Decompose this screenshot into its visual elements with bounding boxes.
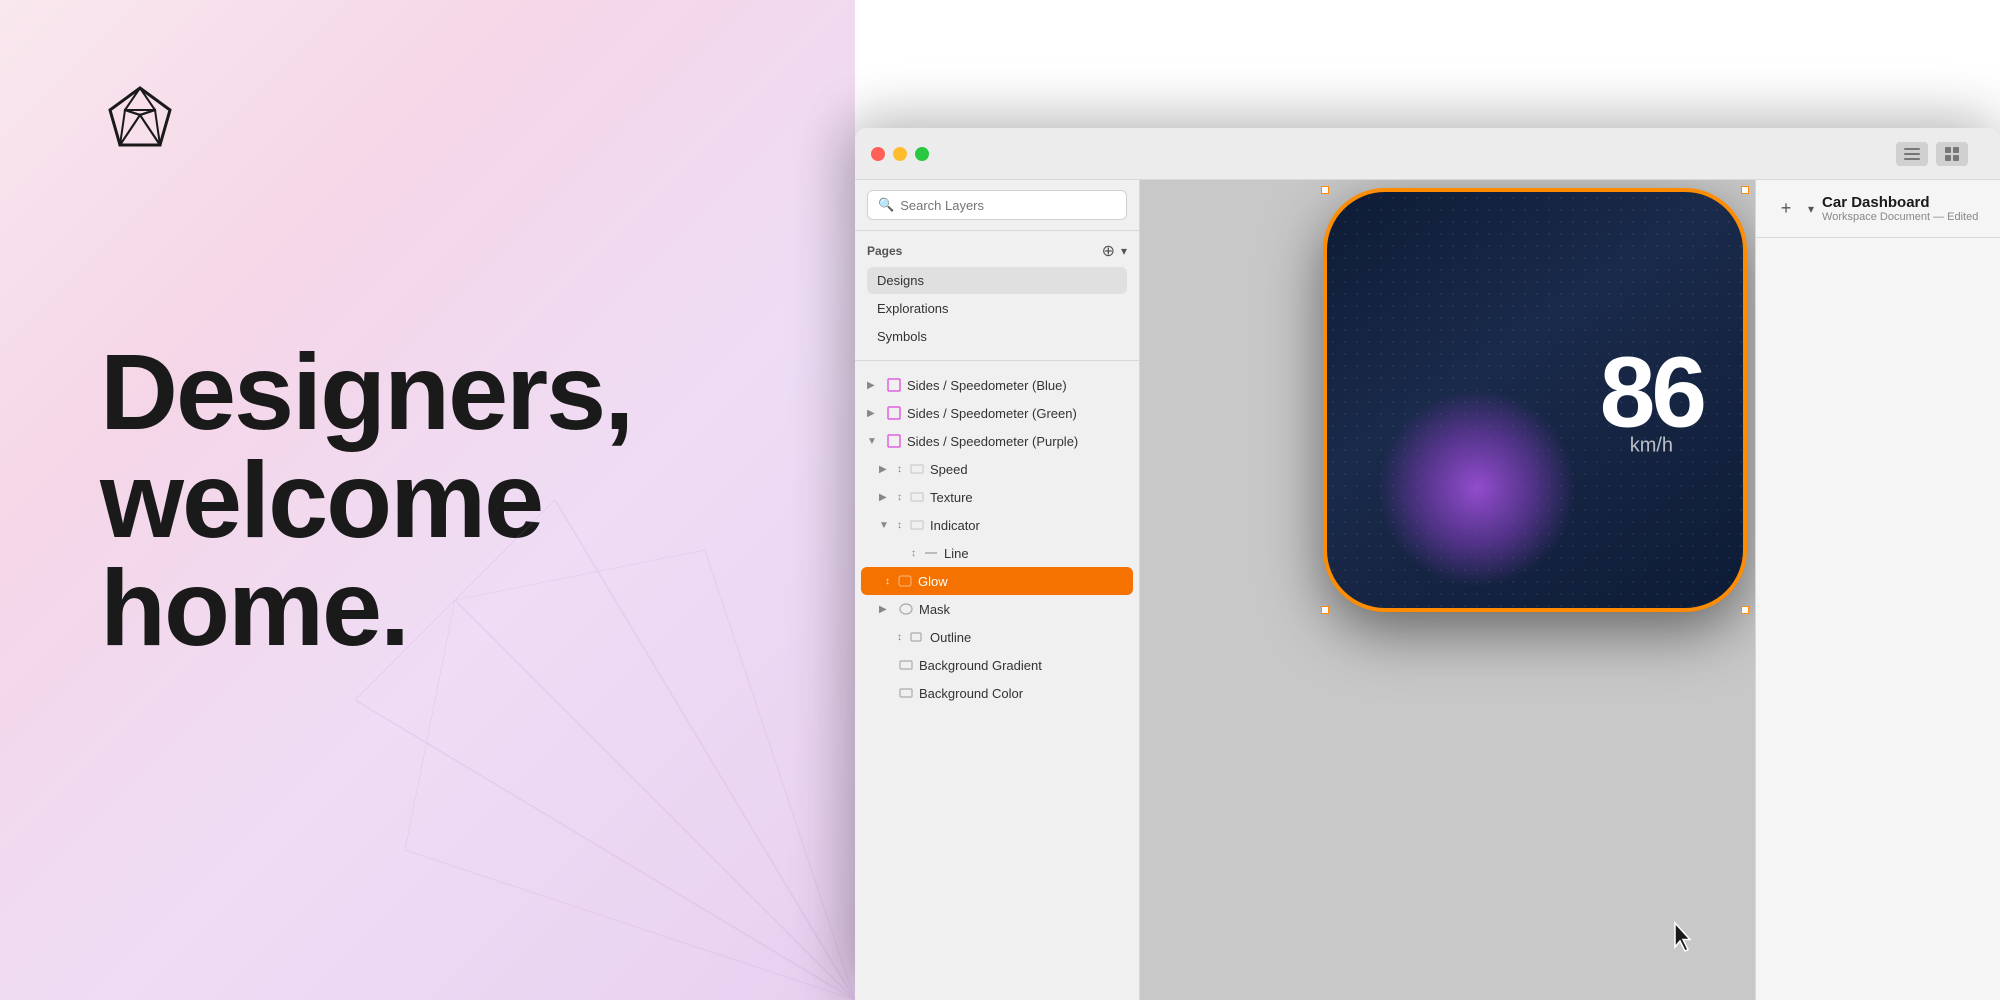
combined-icon bbox=[908, 628, 926, 646]
chevron-icon: ▶ bbox=[879, 464, 893, 475]
add-button[interactable]: + bbox=[1772, 195, 1800, 223]
artboard-icon bbox=[885, 376, 903, 394]
inspector-title-wrap: Car Dashboard Workspace Document — Edite… bbox=[1822, 194, 1984, 223]
inspector-toggle-button[interactable] bbox=[1896, 142, 1928, 166]
symbol-icon: ↕ bbox=[897, 464, 902, 475]
artboard-icon bbox=[885, 404, 903, 422]
minimize-button[interactable] bbox=[893, 147, 907, 161]
layer-bg-gradient[interactable]: Background Gradient bbox=[855, 651, 1139, 679]
page-item-symbols[interactable]: Symbols bbox=[867, 323, 1127, 350]
layer-name: Mask bbox=[919, 602, 1127, 617]
document-title: Car Dashboard bbox=[1822, 194, 1984, 211]
layer-indicator[interactable]: ▼ ↕ Indicator bbox=[855, 511, 1139, 539]
breadcrumb-chevron: ▾ bbox=[1808, 202, 1814, 216]
layer-speedometer-blue[interactable]: ▶ Sides / Speedometer (Blue) bbox=[855, 371, 1139, 399]
chevron-icon: ▶ bbox=[879, 492, 893, 503]
sketch-logo bbox=[100, 80, 180, 165]
left-panel: Designers, welcome home. bbox=[0, 0, 855, 1000]
group-icon bbox=[908, 460, 926, 478]
sketch-app: 🔍 Pages ⊕ ▾ Designs Expl bbox=[855, 128, 2000, 1000]
artboard-icon bbox=[885, 432, 903, 450]
pages-chevron[interactable]: ▾ bbox=[1121, 244, 1127, 258]
layer-outline[interactable]: ↕ Outline bbox=[855, 623, 1139, 651]
traffic-lights bbox=[871, 147, 929, 161]
dashboard-inner: 86 km/h bbox=[1327, 192, 1743, 608]
search-bar: 🔍 bbox=[855, 180, 1139, 231]
title-bar bbox=[855, 128, 2000, 180]
layer-name: Background Color bbox=[919, 686, 1127, 701]
symbol-icon: ↕ bbox=[897, 492, 902, 503]
search-icon: 🔍 bbox=[878, 197, 894, 213]
chevron-icon: ▶ bbox=[867, 408, 881, 419]
oval-icon bbox=[897, 600, 915, 618]
layer-name: Background Gradient bbox=[919, 658, 1127, 673]
title-bar-controls bbox=[1896, 142, 1968, 166]
chevron-icon: ▼ bbox=[867, 436, 881, 447]
layer-texture[interactable]: ▶ ↕ Texture bbox=[855, 483, 1139, 511]
pages-header: Pages ⊕ ▾ bbox=[867, 241, 1127, 261]
chevron-icon: ▶ bbox=[879, 604, 893, 615]
add-page-button[interactable]: ⊕ bbox=[1102, 241, 1115, 261]
grid-view-button[interactable] bbox=[1936, 142, 1968, 166]
bg-decoration bbox=[355, 500, 855, 1000]
layer-name: Outline bbox=[930, 630, 1127, 645]
layer-name: Glow bbox=[918, 574, 1127, 589]
group-icon bbox=[908, 516, 926, 534]
hero-line1: Designers, bbox=[100, 338, 632, 446]
rect-icon bbox=[897, 684, 915, 702]
maximize-button[interactable] bbox=[915, 147, 929, 161]
layer-name: Speed bbox=[930, 462, 1127, 477]
search-input[interactable] bbox=[900, 198, 1116, 213]
layers-divider bbox=[855, 360, 1139, 361]
layer-name: Sides / Speedometer (Blue) bbox=[907, 378, 1127, 393]
symbol-icon: ↕ bbox=[885, 576, 890, 587]
layers-list: ▶ Sides / Speedometer (Blue) ▶ Sides / S… bbox=[855, 367, 1139, 1000]
symbol-icon: ↕ bbox=[911, 548, 916, 559]
layer-name: Sides / Speedometer (Green) bbox=[907, 406, 1127, 421]
pages-actions: ⊕ ▾ bbox=[1102, 241, 1127, 261]
layer-mask[interactable]: ▶ Mask bbox=[855, 595, 1139, 623]
layer-line[interactable]: ↕ Line bbox=[855, 539, 1139, 567]
layer-speed[interactable]: ▶ ↕ Speed bbox=[855, 455, 1139, 483]
pages-list: Designs Explorations Symbols bbox=[867, 267, 1127, 350]
page-item-explorations[interactable]: Explorations bbox=[867, 295, 1127, 322]
glow-element bbox=[1377, 388, 1577, 588]
speed-number: 86 bbox=[1600, 343, 1703, 443]
cursor-icon bbox=[1671, 921, 1695, 960]
speed-display: 86 km/h bbox=[1600, 343, 1703, 458]
symbol-icon: ↕ bbox=[897, 520, 902, 531]
oval-icon bbox=[896, 572, 914, 590]
layer-name: Texture bbox=[930, 490, 1127, 505]
layer-name: Indicator bbox=[930, 518, 1127, 533]
layer-bg-color[interactable]: Background Color bbox=[855, 679, 1139, 707]
layer-speedometer-green[interactable]: ▶ Sides / Speedometer (Green) bbox=[855, 399, 1139, 427]
group-icon bbox=[908, 488, 926, 506]
inspector-header: + ▾ Car Dashboard Workspace Document — E… bbox=[1756, 180, 2000, 238]
layer-glow[interactable]: ↕ Glow bbox=[861, 567, 1133, 595]
car-dashboard: 86 km/h bbox=[1325, 190, 1745, 610]
chevron-icon: ▼ bbox=[879, 520, 893, 531]
pages-label: Pages bbox=[867, 244, 902, 258]
search-input-wrap[interactable]: 🔍 bbox=[867, 190, 1127, 220]
layer-speedometer-purple[interactable]: ▼ Sides / Speedometer (Purple) bbox=[855, 427, 1139, 455]
symbol-icon: ↕ bbox=[897, 632, 902, 643]
main-content: 🔍 Pages ⊕ ▾ Designs Expl bbox=[855, 180, 2000, 1000]
canvas-area: 86 km/h bbox=[1140, 180, 1755, 1000]
layer-name: Sides / Speedometer (Purple) bbox=[907, 434, 1127, 449]
line-icon bbox=[922, 544, 940, 562]
pages-section: Pages ⊕ ▾ Designs Explorations Symbols bbox=[855, 231, 1139, 354]
app-window: 🔍 Pages ⊕ ▾ Designs Expl bbox=[855, 0, 2000, 1000]
document-subtitle: Workspace Document — Edited bbox=[1822, 211, 1984, 223]
page-item-designs[interactable]: Designs bbox=[867, 267, 1127, 294]
close-button[interactable] bbox=[871, 147, 885, 161]
inspector-panel: + ▾ Car Dashboard Workspace Document — E… bbox=[1755, 180, 2000, 1000]
rect-icon bbox=[897, 656, 915, 674]
layers-panel: 🔍 Pages ⊕ ▾ Designs Expl bbox=[855, 180, 1140, 1000]
layer-name: Line bbox=[944, 546, 1127, 561]
chevron-icon: ▶ bbox=[867, 380, 881, 391]
